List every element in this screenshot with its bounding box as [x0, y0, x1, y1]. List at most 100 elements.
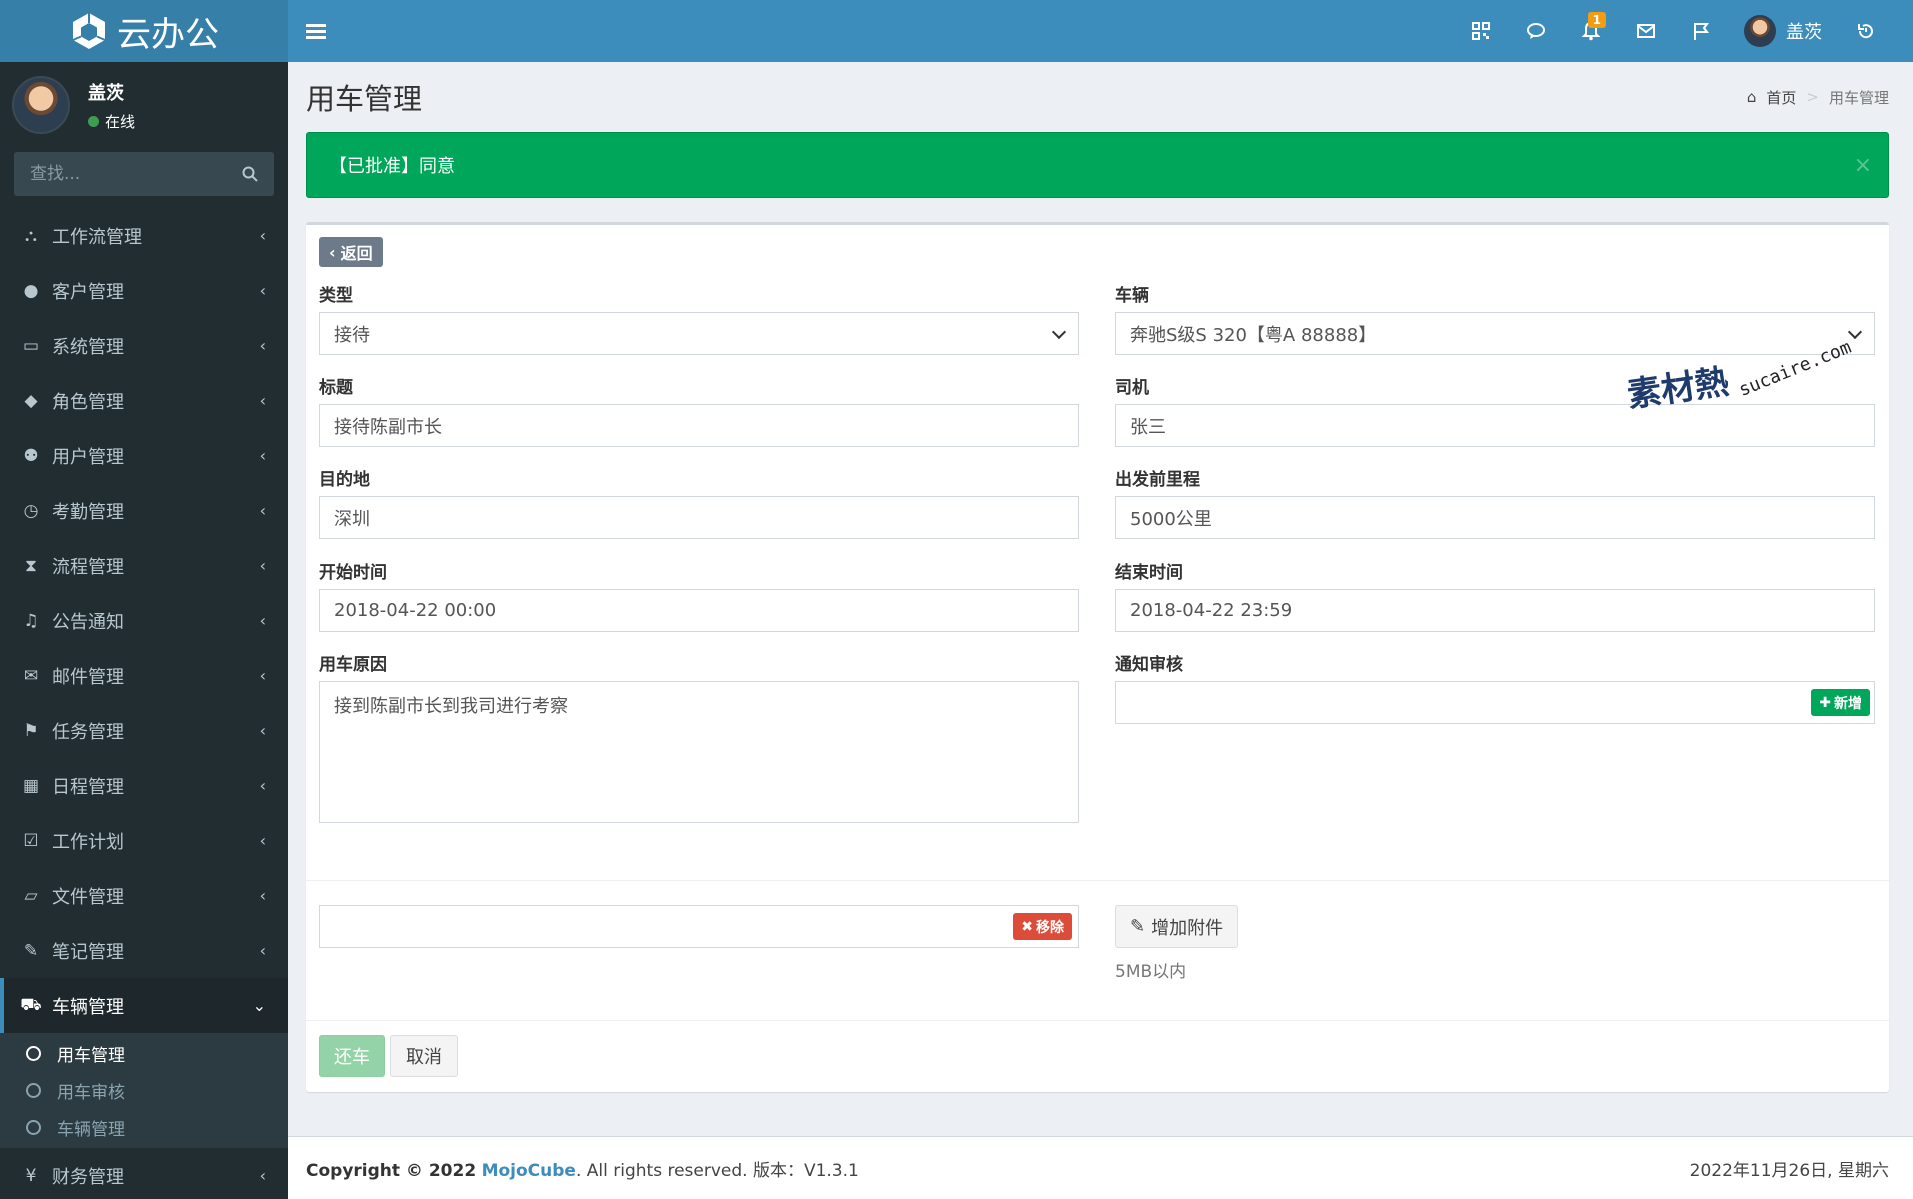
- sidebar-item-label: 财务管理: [52, 1166, 124, 1188]
- type-select[interactable]: 接待: [319, 312, 1079, 355]
- clock-icon: ◷: [23, 500, 39, 521]
- chevron-left-icon: ‹: [259, 611, 266, 630]
- cancel-button[interactable]: 取消: [390, 1035, 458, 1077]
- end-time-input[interactable]: 2018-04-22 23:59: [1115, 589, 1875, 632]
- sidebar-item-workflow[interactable]: ⛬ 工作流管理 ‹: [0, 208, 288, 263]
- messages-button[interactable]: [1508, 0, 1563, 62]
- sidebar-item-process[interactable]: ⧗ 流程管理 ‹: [0, 538, 288, 593]
- mail-button[interactable]: [1618, 0, 1673, 62]
- return-vehicle-button[interactable]: 还车: [319, 1035, 385, 1077]
- submenu-item-vehicles[interactable]: 车辆管理: [0, 1109, 288, 1146]
- copyright-rights: . All rights reserved. 版本：V1.3.1: [575, 1160, 859, 1181]
- logo-cube-icon: [72, 13, 106, 49]
- destination-input[interactable]: 深圳: [319, 496, 1079, 539]
- submenu-item-label: 用车管理: [57, 1046, 125, 1066]
- chevron-left-icon: ‹: [329, 242, 336, 262]
- flag-icon: ⚑: [23, 720, 39, 741]
- destination-label: 目的地: [319, 470, 370, 490]
- mileage-input[interactable]: 5000公里: [1115, 496, 1875, 539]
- times-icon: ✖: [1021, 918, 1033, 935]
- sidebar-item-system[interactable]: ▭ 系统管理 ‹: [0, 318, 288, 373]
- notifications-button[interactable]: 1: [1563, 0, 1618, 62]
- search-icon[interactable]: [242, 166, 258, 182]
- folder-open-icon: ▱: [24, 885, 38, 906]
- chevron-left-icon: ‹: [259, 941, 266, 960]
- title-label: 标题: [319, 378, 353, 398]
- avatar: [12, 76, 70, 134]
- sidebar-item-mail[interactable]: ✉ 邮件管理 ‹: [0, 648, 288, 703]
- sidebar-menu: ⛬ 工作流管理 ‹ ● 客户管理 ‹ ▭ 系统管理 ‹ ◆ 角色管理 ‹ ⚉ 用户管理 ‹ ◷ 考勤管…: [0, 208, 288, 1199]
- brand-link[interactable]: MojoCube: [482, 1161, 576, 1181]
- user-status-label: 在线: [105, 112, 136, 131]
- chevron-left-icon: ‹: [259, 336, 266, 355]
- sidebar-item-label: 日程管理: [52, 776, 124, 798]
- notification-count-badge: 1: [1587, 12, 1606, 28]
- bell-icon: ♫: [23, 610, 39, 631]
- chevron-left-icon: ‹: [259, 281, 266, 300]
- breadcrumb: ⌂ 首页 > 用车管理: [1747, 87, 1889, 108]
- sidebar-item-label: 系统管理: [52, 336, 124, 358]
- driver-input[interactable]: 张三: [1115, 404, 1875, 447]
- chevron-down-icon: ⌄: [252, 996, 266, 1015]
- logo-text: 云办公: [117, 14, 219, 55]
- sidebar-item-attendance[interactable]: ◷ 考勤管理 ‹: [0, 483, 288, 538]
- circle-icon: [26, 1046, 41, 1061]
- start-time-input[interactable]: 2018-04-22 00:00: [319, 589, 1079, 632]
- tasks-button[interactable]: [1673, 0, 1728, 62]
- user-menu[interactable]: 盖茨: [1728, 15, 1838, 47]
- logout-button[interactable]: [1838, 0, 1893, 62]
- user-status: 在线: [88, 111, 135, 132]
- envelope-icon: [1636, 24, 1655, 38]
- sidebar-item-label: 客户管理: [52, 281, 124, 303]
- sidebar-item-customers[interactable]: ● 客户管理 ‹: [0, 263, 288, 318]
- notify-input[interactable]: ✚ 新增: [1115, 681, 1875, 724]
- avatar: [1744, 15, 1776, 47]
- add-reviewer-button[interactable]: ✚ 新增: [1811, 689, 1870, 716]
- sidebar-item-vehicles[interactable]: ⛟ 车辆管理 ⌄: [0, 978, 288, 1033]
- submenu-item-label: 用车审核: [57, 1083, 125, 1103]
- destination-field: 目的地 深圳: [319, 465, 1079, 539]
- sidebar-item-notices[interactable]: ♫ 公告通知 ‹: [0, 593, 288, 648]
- calendar-check-icon: ☑: [23, 830, 39, 851]
- chevron-left-icon: ‹: [259, 831, 266, 850]
- close-icon[interactable]: ×: [1854, 153, 1872, 178]
- destination-input-value: 深圳: [334, 508, 370, 530]
- app-logo[interactable]: 云办公: [0, 0, 288, 62]
- sidebar-item-label: 任务管理: [52, 721, 124, 743]
- sidebar-item-schedule[interactable]: ▦ 日程管理 ‹: [0, 758, 288, 813]
- qrcode-button[interactable]: [1453, 0, 1508, 62]
- breadcrumb-home-link[interactable]: 首页: [1766, 87, 1796, 108]
- sidebar-item-plans[interactable]: ☑ 工作计划 ‹: [0, 813, 288, 868]
- back-button-label: 返回: [340, 244, 373, 263]
- title-field: 标题 接待陈副市长: [319, 373, 1079, 447]
- submenu-item-usage[interactable]: 用车管理: [0, 1035, 288, 1072]
- title-input[interactable]: 接待陈副市长: [319, 404, 1079, 447]
- sidebar-item-finance[interactable]: ¥ 财务管理 ‹: [0, 1148, 288, 1199]
- envelope-icon: ✉: [23, 665, 39, 686]
- end-time-label: 结束时间: [1115, 563, 1183, 583]
- sidebar: 云办公 盖茨 在线 ⛬ 工作流管理 ‹ ● 客户管理 ‹ ▭ 系统管理 ‹ ◆ 角色管理 ‹ ⚉…: [0, 0, 288, 1199]
- menu-toggle-icon[interactable]: [306, 23, 326, 39]
- mileage-input-value: 5000公里: [1130, 508, 1212, 530]
- type-label: 类型: [319, 286, 353, 306]
- reason-textarea[interactable]: 接到陈副市长到我司进行考察: [319, 681, 1079, 823]
- sidebar-item-files[interactable]: ▱ 文件管理 ‹: [0, 868, 288, 923]
- home-icon: ⌂: [1746, 88, 1757, 106]
- back-button[interactable]: ‹ 返回: [319, 237, 383, 267]
- sidebar-item-label: 公告通知: [52, 611, 124, 633]
- navbar-icons: 1 盖茨: [1453, 0, 1893, 62]
- add-attachment-button[interactable]: ✎ 增加附件: [1115, 905, 1239, 948]
- reason-field: 用车原因 接到陈副市长到我司进行考察: [319, 650, 1079, 823]
- sidebar-item-roles[interactable]: ◆ 角色管理 ‹: [0, 373, 288, 428]
- sidebar-item-tasks[interactable]: ⚑ 任务管理 ‹: [0, 703, 288, 758]
- submenu-item-review[interactable]: 用车审核: [0, 1072, 288, 1109]
- chevron-left-icon: ‹: [259, 886, 266, 905]
- search-input[interactable]: [30, 164, 230, 184]
- remove-attachment-button[interactable]: ✖ 移除: [1013, 913, 1072, 940]
- sidebar-item-users[interactable]: ⚉ 用户管理 ‹: [0, 428, 288, 483]
- sidebar-item-notes[interactable]: ✎ 笔记管理 ‹: [0, 923, 288, 978]
- paperclip-icon: ✎: [1130, 916, 1146, 937]
- desktop-icon: ▭: [22, 335, 40, 356]
- chevron-left-icon: ‹: [259, 666, 266, 685]
- type-select-value: 接待: [334, 324, 370, 346]
